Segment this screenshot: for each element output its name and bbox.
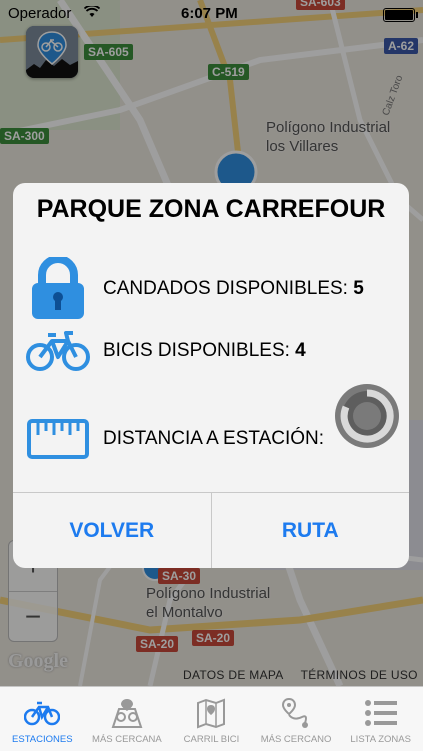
tab-label: CARRIL BICI — [183, 734, 240, 745]
route-pin-icon — [280, 696, 312, 730]
station-info-dialog: PARQUE ZONA CARREFOUR CANDADOS DISPONIBL… — [13, 183, 409, 568]
bikes-value: 4 — [295, 340, 306, 361]
dialog-title: PARQUE ZONA CARREFOUR — [36, 195, 386, 223]
locks-text: CANDADOS DISPONIBLES: 5 — [103, 278, 364, 300]
tab-label: ESTACIONES — [12, 734, 73, 745]
tab-mas-cercana[interactable]: MÁS CERCANA — [85, 687, 170, 751]
loading-spinner-icon — [334, 383, 400, 449]
padlock-icon — [25, 257, 91, 321]
tab-bar: ESTACIONES MÁS CERCANA CARRIL BICI MÁS C… — [0, 686, 423, 751]
distance-row: DISTANCIA A ESTACIÓN: — [25, 411, 324, 467]
ruler-icon — [25, 417, 91, 461]
locks-label: CANDADOS DISPONIBLES: — [103, 278, 354, 299]
tab-label: LISTA ZONAS — [350, 734, 411, 745]
tab-label: MÁS CERCANA — [92, 734, 162, 745]
bike-icon — [25, 329, 91, 373]
locks-value: 5 — [353, 278, 364, 299]
locks-row: CANDADOS DISPONIBLES: 5 — [25, 256, 364, 322]
tab-estaciones[interactable]: ESTACIONES — [0, 687, 85, 751]
bike-lane-map-icon — [195, 696, 227, 730]
tab-mas-cercano[interactable]: MÁS CERCANO — [254, 687, 339, 751]
tab-carril-bici[interactable]: CARRIL BICI — [169, 687, 254, 751]
bikes-label: BICIS DISPONIBLES: — [103, 340, 296, 361]
back-button[interactable]: VOLVER — [13, 493, 211, 568]
dialog-buttons: VOLVER RUTA — [13, 492, 409, 568]
list-icon — [364, 696, 398, 730]
bikes-text: BICIS DISPONIBLES: 4 — [103, 340, 306, 362]
tab-label: MÁS CERCANO — [260, 734, 332, 745]
nearest-bike-icon — [109, 696, 145, 730]
bike-icon — [24, 696, 61, 730]
distance-label: DISTANCIA A ESTACIÓN: — [103, 428, 325, 449]
bikes-row: BICIS DISPONIBLES: 4 — [25, 326, 306, 376]
tab-lista-zonas[interactable]: LISTA ZONAS — [338, 687, 423, 751]
route-button[interactable]: RUTA — [210, 493, 410, 568]
